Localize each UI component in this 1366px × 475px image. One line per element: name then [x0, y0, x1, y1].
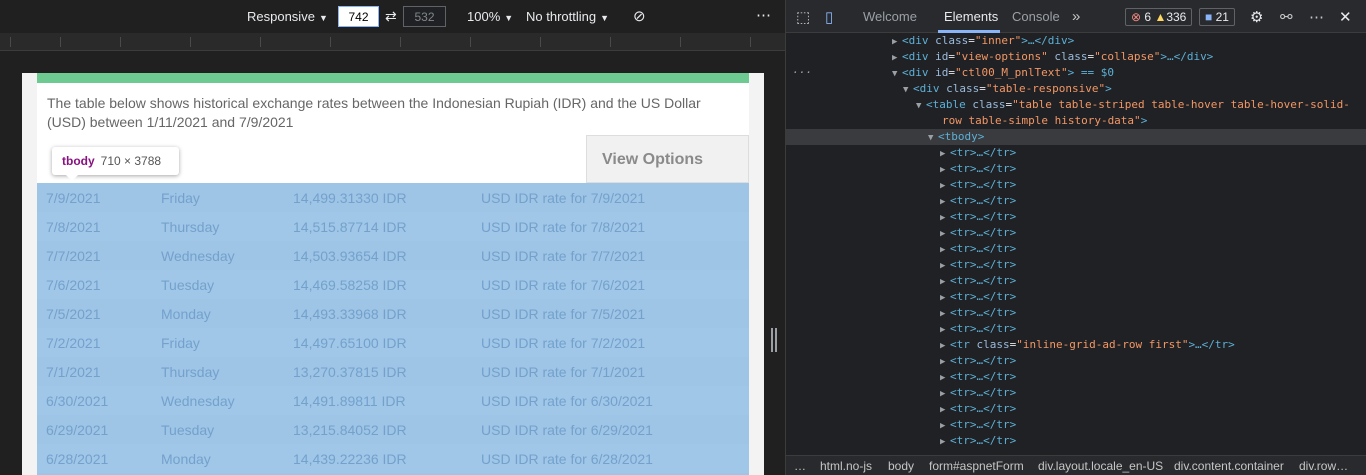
dom-node-view-options[interactable]: ▶ <div id="view-options" class="collapse"… — [786, 49, 1366, 65]
intro-text: The table below shows historical exchang… — [47, 95, 701, 130]
responsive-label: Responsive — [247, 9, 315, 24]
dom-node-tr[interactable]: ▶ <tr>…</tr> — [786, 161, 1366, 177]
device-emulation-pane: Responsive ▼ 742 ⇄ 532 100% ▼ No throttlin… — [0, 0, 785, 475]
view-options-button[interactable]: View Options — [586, 135, 749, 183]
customize-icon[interactable]: ⚯ — [1280, 8, 1293, 26]
dom-node-table-responsive[interactable]: ▼ <div class="table-responsive"> — [786, 81, 1366, 97]
dom-node-ad-row[interactable]: ▶ <tr class="inline-grid-ad-row first">…<… — [786, 337, 1366, 353]
dom-node-tr[interactable]: ▶ <tr>…</tr> — [786, 305, 1366, 321]
swap-dimensions-icon[interactable]: ⇄ — [385, 8, 397, 25]
green-banner — [37, 73, 749, 83]
tooltip-arrow — [66, 175, 78, 181]
dom-node-tr[interactable]: ▶ <tr>…</tr> — [786, 193, 1366, 209]
dom-node-tr[interactable]: ▶ <tr>…</tr> — [786, 353, 1366, 369]
zoom-dropdown[interactable]: 100% ▼ — [467, 9, 513, 24]
media-query-ruler — [0, 33, 785, 51]
dom-node-tr[interactable]: ▶ <tr>…</tr> — [786, 177, 1366, 193]
throttling-dropdown[interactable]: No throttling ▼ — [526, 9, 609, 24]
more-menu-icon[interactable]: ⋯ — [1309, 8, 1324, 26]
dom-node-inner[interactable]: ▶ <div class="inner">…</div> — [786, 33, 1366, 49]
dom-node-table[interactable]: ▼ <table class="table table-striped table… — [786, 97, 1366, 113]
breadcrumb: … html.no-js body form#aspnetForm div.la… — [786, 455, 1366, 475]
chevron-down-icon: ▼ — [600, 13, 610, 23]
tab-elements[interactable]: Elements — [944, 9, 998, 24]
dom-node-tr[interactable]: ▶ <tr>…</tr> — [786, 321, 1366, 337]
dom-node-tr[interactable]: ▶ <tr>…</tr> — [786, 209, 1366, 225]
tab-console[interactable]: Console — [1012, 9, 1060, 24]
dom-node-tr[interactable]: ▶ <tr>…</tr> — [786, 257, 1366, 273]
devtools-panel: ⬚ ▯ Welcome Elements Console » ⊗ 6 ▲336 … — [785, 0, 1366, 475]
chevron-down-icon: ▼ — [504, 13, 514, 23]
page-viewport: The table below shows historical exchang… — [22, 73, 764, 475]
resize-handle[interactable] — [771, 328, 777, 352]
issues-badge[interactable]: ⊗ 6 ▲336 — [1125, 8, 1193, 26]
zoom-label: 100% — [467, 9, 501, 24]
rates-table: 7/9/2021Friday14,499.31330 IDRUSD IDR ra… — [37, 183, 749, 475]
element-highlight-overlay — [37, 183, 749, 475]
dom-node-tr[interactable]: ▶ <tr>…</tr> — [786, 401, 1366, 417]
dom-node-tr[interactable]: ▶ <tr>…</tr> — [786, 289, 1366, 305]
warning-count: 336 — [1166, 10, 1187, 24]
error-count: 6 — [1144, 10, 1152, 24]
dom-node-tr[interactable]: ▶ <tr>…</tr> — [786, 273, 1366, 289]
element-tooltip: tbody 710 × 3788 — [52, 147, 179, 181]
breadcrumb-layout[interactable]: div.layout.locale_en-US — [1038, 459, 1163, 473]
breadcrumb-form[interactable]: form#aspnetForm — [929, 459, 1024, 473]
gear-icon[interactable]: ⚙ — [1250, 8, 1263, 26]
tooltip-size: 710 × 3788 — [100, 154, 162, 168]
dom-node-tr[interactable]: ▶ <tr>…</tr> — [786, 145, 1366, 161]
page-content: The table below shows historical exchang… — [37, 73, 749, 475]
close-icon[interactable]: ✕ — [1339, 8, 1352, 26]
dom-node-tr[interactable]: ▶ <tr>…</tr> — [786, 241, 1366, 257]
width-input[interactable]: 742 — [338, 6, 379, 27]
error-icon: ⊗ — [1131, 10, 1142, 24]
dom-tree: ▶ <div class="inner">…</div> ▶ <div id="vi… — [786, 33, 1366, 453]
dom-node-tr[interactable]: ▶ <tr>…</tr> — [786, 369, 1366, 385]
throttling-label: No throttling — [526, 9, 597, 24]
breadcrumb-more[interactable]: … — [794, 459, 806, 473]
message-count: 21 — [1215, 10, 1229, 24]
message-icon: ■ — [1205, 10, 1213, 24]
tab-welcome[interactable]: Welcome — [863, 9, 917, 24]
more-options-icon[interactable]: ⋯ — [756, 6, 771, 24]
height-input[interactable]: 532 — [403, 6, 446, 27]
dom-node-tr[interactable]: ▶ <tr>…</tr> — [786, 433, 1366, 449]
warning-icon: ▲ — [1154, 10, 1167, 24]
messages-badge[interactable]: ■ 21 — [1199, 8, 1235, 26]
dom-node-tr[interactable]: ▶ <tr>…</tr> — [786, 417, 1366, 433]
dom-node-tr[interactable]: ▶ <tr>…</tr> — [786, 385, 1366, 401]
breadcrumb-content[interactable]: div.content.container — [1174, 459, 1284, 473]
device-toggle-icon[interactable]: ▯ — [825, 8, 833, 26]
device-toolbar: Responsive ▼ 742 ⇄ 532 100% ▼ No throttlin… — [0, 0, 785, 33]
inspect-element-icon[interactable]: ⬚ — [796, 8, 810, 26]
breadcrumb-row[interactable]: div.row… — [1299, 459, 1348, 473]
devtools-tab-bar: ⬚ ▯ Welcome Elements Console » ⊗ 6 ▲336 … — [786, 0, 1366, 33]
dom-node-table-cont: row table-simple history-data"> — [942, 114, 1148, 127]
breadcrumb-html[interactable]: html.no-js — [820, 459, 872, 473]
breadcrumb-body[interactable]: body — [888, 459, 914, 473]
more-tabs-icon[interactable]: » — [1072, 8, 1080, 25]
chevron-down-icon: ▼ — [318, 13, 328, 23]
rotate-icon[interactable]: ⊘ — [633, 7, 646, 25]
dom-node-tr[interactable]: ▶ <tr>…</tr> — [786, 225, 1366, 241]
responsive-dropdown[interactable]: Responsive ▼ — [247, 9, 328, 24]
dom-node-tbody[interactable]: ▼ <tbody> — [786, 129, 1366, 145]
tooltip-tag: tbody — [62, 154, 95, 168]
dom-node-pnltext[interactable]: ··· ▼ <div id="ctl00_M_pnlText"> == $0 — [786, 65, 1366, 81]
